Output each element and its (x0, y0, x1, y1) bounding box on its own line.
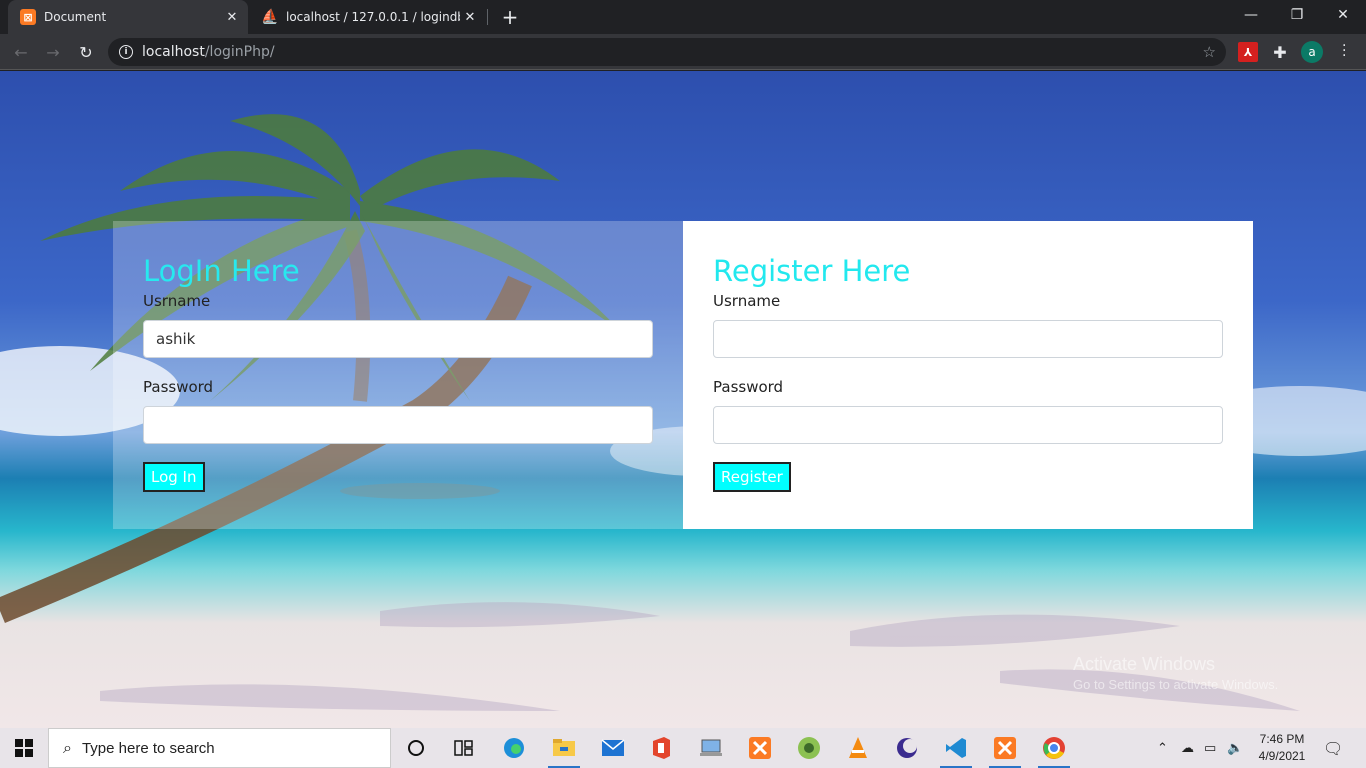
close-tab-icon[interactable]: ✕ (222, 7, 242, 27)
search-placeholder: Type here to search (81, 739, 215, 757)
register-button[interactable]: Register (713, 462, 791, 492)
taskbar-search-box[interactable]: ⌕ Type here to search (48, 728, 391, 768)
register-username-label: Usrname (713, 292, 781, 310)
profile-avatar[interactable]: a (1301, 41, 1323, 63)
bookmark-star-icon[interactable]: ☆ (1203, 43, 1216, 61)
activate-windows-watermark: Activate Windows Go to Settings to activ… (1073, 654, 1278, 692)
info-icon[interactable]: i (119, 45, 133, 59)
notifications-icon[interactable]: 🗨 (1323, 728, 1343, 768)
tab-strip: ⊠ Document ✕ ⛵ localhost / 127.0.0.1 / l… (0, 0, 1366, 34)
volume-icon[interactable]: 🔈 (1227, 728, 1243, 768)
system-clock[interactable]: 7:46 PM 4/9/2021 (1254, 731, 1310, 765)
login-username-input[interactable] (143, 320, 653, 358)
clock-date: 4/9/2021 (1258, 749, 1306, 763)
xampp-icon: ⊠ (20, 9, 36, 25)
vlc-icon[interactable] (838, 732, 878, 764)
tab-title: localhost / 127.0.0.1 / logindb / u (286, 10, 460, 24)
mail-icon[interactable] (593, 732, 633, 764)
register-password-label: Password (713, 378, 784, 396)
windows-logo-icon (15, 739, 33, 757)
start-button[interactable] (0, 728, 48, 768)
login-panel: LogIn Here Usrname Password Log In (113, 221, 683, 529)
login-password-label: Password (143, 378, 214, 396)
register-panel: Register Here Usrname Password Register (683, 221, 1253, 529)
register-username-input[interactable] (713, 320, 1223, 358)
minimize-button[interactable]: — (1228, 0, 1274, 30)
close-window-button[interactable]: ✕ (1320, 0, 1366, 30)
edge-icon[interactable] (494, 732, 534, 764)
pdf-extension-icon[interactable]: ⅄ (1238, 42, 1258, 62)
forward-button[interactable]: → (40, 39, 66, 65)
pc-icon[interactable] (691, 732, 731, 764)
register-password-input[interactable] (713, 406, 1223, 444)
cortana-icon[interactable] (396, 732, 436, 764)
chrome-icon[interactable] (1034, 732, 1074, 768)
search-icon: ⌕ (63, 738, 72, 757)
android-studio-icon[interactable] (789, 732, 829, 764)
extensions-puzzle-icon[interactable]: ✚ (1270, 42, 1290, 62)
url-path: /loginPhp/ (204, 44, 275, 60)
restore-button[interactable]: ❐ (1274, 0, 1320, 30)
register-heading: Register Here (713, 254, 911, 288)
login-heading: LogIn Here (143, 254, 300, 288)
new-tab-button[interactable]: + (498, 5, 522, 29)
login-button[interactable]: Log In (143, 462, 205, 492)
task-view-icon[interactable] (444, 732, 484, 764)
watermark-subtitle: Go to Settings to activate Windows. (1073, 677, 1279, 692)
url-host: localhost (142, 44, 205, 60)
onedrive-icon[interactable]: ☁ (1181, 728, 1194, 768)
login-password-input[interactable] (143, 406, 653, 444)
address-bar[interactable]: i localhost/loginPhp/ ☆ (108, 38, 1226, 66)
back-button[interactable]: ← (8, 39, 34, 65)
show-hidden-icons[interactable]: ⌃ (1157, 728, 1168, 768)
menu-kebab-icon[interactable]: · · · (1342, 39, 1346, 63)
taskbar: ⌕ Type here to search ⌃ ☁ ▭ 🔈 7:46 PM 4/… (0, 728, 1366, 768)
phpmyadmin-icon: ⛵ (261, 9, 279, 25)
close-tab-icon[interactable]: ✕ (460, 7, 480, 27)
tab-document[interactable]: ⊠ Document ✕ (8, 0, 248, 34)
login-username-label: Usrname (143, 292, 211, 310)
battery-icon[interactable]: ▭ (1204, 728, 1216, 768)
xampp-icon[interactable] (740, 732, 780, 764)
browser-toolbar: ← → ↻ i localhost/loginPhp/ ☆ ⅄ ✚ a · · · (0, 34, 1366, 70)
file-explorer-icon[interactable] (544, 732, 584, 768)
reload-button[interactable]: ↻ (73, 39, 99, 65)
tab-separator (487, 9, 488, 25)
vscode-icon[interactable] (936, 732, 976, 768)
page-viewport: LogIn Here Usrname Password Log In Regis… (0, 71, 1366, 728)
tab-phpmyadmin[interactable]: ⛵ localhost / 127.0.0.1 / logindb / u ✕ (250, 0, 486, 34)
office-icon[interactable] (641, 732, 681, 764)
watermark-title: Activate Windows (1073, 654, 1216, 674)
clock-time: 7:46 PM (1259, 732, 1305, 746)
eclipse-icon[interactable] (887, 732, 927, 764)
xampp-control-icon[interactable] (985, 732, 1025, 768)
tab-title: Document (44, 10, 107, 24)
